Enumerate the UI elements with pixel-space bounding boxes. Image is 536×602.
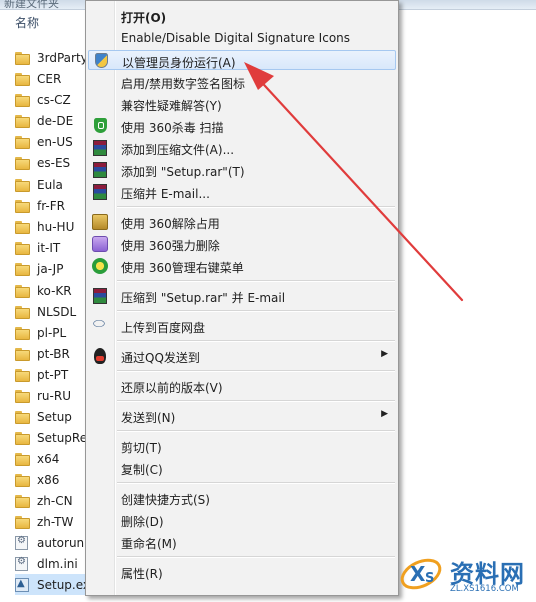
menu-item-add-to-archive[interactable]: 添加到压缩文件(A)... — [88, 138, 396, 158]
menu-item-compat-troubleshoot[interactable]: 兼容性疑难解答(Y) — [88, 94, 396, 114]
winrar-icon — [93, 184, 107, 200]
folder-icon — [15, 199, 31, 213]
watermark-logo-icon: X S — [400, 558, 442, 590]
menu-item-run-as-admin[interactable]: 以管理员身份运行(A) — [88, 50, 396, 70]
submenu-arrow-icon: ▶ — [381, 349, 388, 359]
menu-item-properties[interactable]: 属性(R) — [88, 562, 396, 582]
menu-separator — [117, 340, 395, 342]
unlock-icon — [92, 214, 108, 230]
context-menu: 打开(O) Enable/Disable Digital Signature I… — [85, 0, 399, 596]
folder-icon — [15, 473, 31, 487]
submenu-arrow-icon: ▶ — [381, 409, 388, 419]
watermark: X S 资料网 ZL.XS1616.COM — [398, 548, 534, 598]
folder-icon — [15, 284, 31, 298]
folder-icon — [15, 347, 31, 361]
folder-icon — [15, 389, 31, 403]
menu-item-360-unlock[interactable]: 使用 360解除占用 — [88, 212, 396, 232]
menu-item-toggle-signature-icons-en[interactable]: Enable/Disable Digital Signature Icons — [88, 28, 396, 48]
menu-item-360-force-delete[interactable]: 使用 360强力删除 — [88, 234, 396, 254]
menu-item-toggle-signature-icons-cn[interactable]: 启用/禁用数字签名图标 — [88, 72, 396, 92]
menu-manager-icon — [92, 258, 108, 274]
menu-item-compress-setup-email[interactable]: 压缩到 "Setup.rar" 并 E-mail — [88, 286, 396, 306]
column-header-label: 名称 — [15, 16, 40, 30]
menu-item-send-to[interactable]: 发送到(N) ▶ — [88, 406, 396, 426]
window-title: 新建文件夹 — [4, 0, 59, 10]
folder-icon — [15, 494, 31, 508]
menu-item-cut[interactable]: 剪切(T) — [88, 436, 396, 456]
menu-separator — [117, 370, 395, 372]
folder-icon — [15, 178, 31, 192]
folder-icon — [15, 410, 31, 424]
folder-icon — [15, 93, 31, 107]
menu-separator — [117, 556, 395, 558]
menu-separator — [117, 430, 395, 432]
qq-icon — [94, 348, 106, 364]
menu-separator — [117, 280, 395, 282]
folder-icon — [15, 431, 31, 445]
config-file-icon — [15, 535, 28, 550]
menu-separator — [117, 206, 395, 208]
menu-separator — [117, 482, 395, 484]
shield-360-icon — [94, 118, 107, 133]
menu-item-rename[interactable]: 重命名(M) — [88, 532, 396, 552]
winrar-icon — [93, 140, 107, 156]
folder-icon — [15, 368, 31, 382]
menu-separator — [117, 400, 395, 402]
force-delete-icon — [92, 236, 108, 252]
svg-text:X: X — [410, 562, 426, 586]
menu-item-compress-email[interactable]: 压缩并 E-mail... — [88, 182, 396, 202]
folder-icon — [15, 156, 31, 170]
menu-item-send-via-qq[interactable]: 通过QQ发送到 ▶ — [88, 346, 396, 366]
folder-icon — [15, 135, 31, 149]
menu-separator — [117, 310, 395, 312]
watermark-url: ZL.XS1616.COM — [450, 584, 519, 594]
menu-item-create-shortcut[interactable]: 创建快捷方式(S) — [88, 488, 396, 508]
svg-text:S: S — [425, 571, 434, 586]
folder-icon — [15, 326, 31, 340]
config-file-icon — [15, 556, 28, 571]
menu-item-restore-versions[interactable]: 还原以前的版本(V) — [88, 376, 396, 396]
folder-icon — [15, 72, 31, 86]
menu-item-copy[interactable]: 复制(C) — [88, 458, 396, 478]
folder-icon — [15, 262, 31, 276]
folder-icon — [15, 515, 31, 529]
uac-shield-icon — [95, 53, 108, 68]
baidu-cloud-icon — [92, 316, 108, 334]
menu-item-open[interactable]: 打开(O) — [88, 6, 396, 26]
folder-icon — [15, 241, 31, 255]
folder-icon — [15, 51, 31, 65]
winrar-icon — [93, 162, 107, 178]
menu-item-delete[interactable]: 删除(D) — [88, 510, 396, 530]
folder-icon — [15, 220, 31, 234]
menu-item-360-menu-manager[interactable]: 使用 360管理右键菜单 — [88, 256, 396, 276]
setup-exe-icon — [15, 577, 29, 592]
menu-item-upload-baidu[interactable]: 上传到百度网盘 — [88, 316, 396, 336]
menu-item-add-to-setup-rar[interactable]: 添加到 "Setup.rar"(T) — [88, 160, 396, 180]
menu-item-360-scan[interactable]: 使用 360杀毒 扫描 — [88, 116, 396, 136]
winrar-icon — [93, 288, 107, 304]
folder-icon — [15, 114, 31, 128]
folder-icon — [15, 305, 31, 319]
folder-icon — [15, 452, 31, 466]
